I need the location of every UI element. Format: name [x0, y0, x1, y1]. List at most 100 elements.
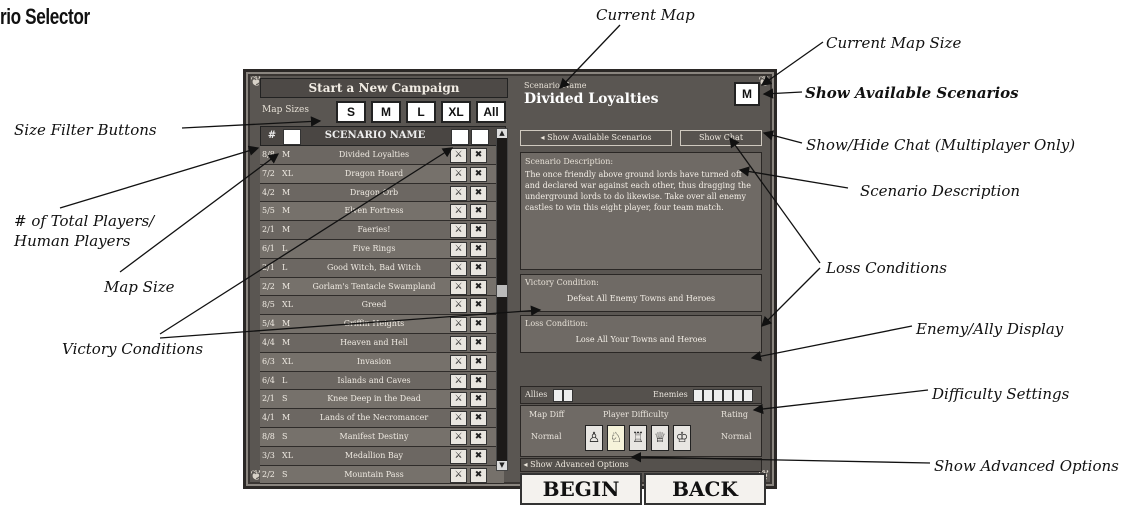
scenario-map-size: XL [282, 300, 294, 310]
scroll-up-icon[interactable]: ▲ [497, 129, 507, 138]
scenario-description-panel: Scenario Description: The once friendly … [520, 152, 762, 270]
scenario-players: 2/2 [262, 469, 275, 479]
size-filter-small-button[interactable]: S [336, 101, 366, 123]
scenario-map-size: M [282, 413, 291, 423]
size-filter-xl-button[interactable]: XL [441, 101, 471, 123]
sort-players-button[interactable]: # [263, 127, 281, 145]
scenario-players: 4/4 [262, 337, 275, 347]
loss-text: Lose All Your Towns and Heroes [575, 335, 707, 344]
callout-current-map: Current Map [596, 6, 695, 24]
enemy-flag-icon [713, 389, 723, 402]
ally-flag-icon [563, 389, 573, 402]
sort-loss-button[interactable] [471, 129, 489, 145]
scenario-name-cell: Knee Deep in the Dead [327, 394, 421, 404]
loss-condition-icon: ✖ [470, 223, 487, 239]
victory-label: Victory Condition: [525, 278, 599, 287]
scenario-row[interactable]: 4/4 M Heaven and Hell ⚔ ✖ [260, 333, 504, 353]
difficulty-king-icon[interactable]: ♔ [673, 425, 691, 451]
scenario-map-size: M [282, 150, 291, 159]
scenario-row[interactable]: 2/1 L Good Witch, Bad Witch ⚔ ✖ [260, 258, 504, 278]
victory-condition-icon: ⚔ [450, 448, 467, 464]
victory-condition-icon: ⚔ [450, 392, 467, 408]
scroll-thumb[interactable] [497, 285, 507, 297]
scenario-players: 4/2 [262, 187, 275, 197]
rating-value: Normal [721, 432, 752, 441]
scenario-name-cell: Five Rings [352, 243, 396, 253]
scenario-players: 7/2 [262, 168, 275, 178]
sort-name-button[interactable]: SCENARIO NAME [305, 127, 445, 145]
scenario-row[interactable]: 5/4 M Griffin Heights ⚔ ✖ [260, 315, 504, 334]
scenario-row[interactable]: 3/3 XL Medallion Bay ⚔ ✖ [260, 446, 504, 466]
loss-condition-icon: ✖ [470, 241, 487, 257]
enemy-flag-icon [723, 389, 733, 402]
scenario-map-size: L [282, 243, 288, 253]
size-filter-medium-button[interactable]: M [371, 101, 401, 123]
loss-condition-icon: ✖ [470, 373, 487, 389]
scenario-players: 2/1 [262, 225, 275, 235]
callout-current-map-size: Current Map Size [826, 34, 962, 52]
map-difficulty-value: Normal [531, 432, 562, 441]
victory-condition-icon: ⚔ [450, 335, 467, 351]
difficulty-knight-icon[interactable]: ♘ [607, 425, 625, 451]
scenario-name: Divided Loyalties [524, 91, 659, 107]
scenario-row[interactable]: 2/2 M Gorlam's Tentacle Swampland ⚔ ✖ [260, 277, 504, 297]
campaign-title: Start a New Campaign [260, 78, 508, 98]
callout-total-players: # of Total Players/ [14, 212, 155, 230]
scenario-row[interactable]: 4/1 M Lands of the Necromancer ⚔ ✖ [260, 409, 504, 428]
scenario-row[interactable]: 2/1 S Knee Deep in the Dead ⚔ ✖ [260, 390, 504, 410]
scenario-map-size: M [282, 187, 291, 197]
scenario-players: 5/5 [262, 206, 275, 216]
sort-size-button[interactable] [283, 129, 301, 145]
victory-condition-icon: ⚔ [450, 185, 467, 201]
scenario-selector-window: ❦ ❦ ❦ ❦ Start a New Campaign Map Sizes S… [243, 69, 777, 505]
scenario-players: 6/1 [262, 243, 275, 253]
back-button[interactable]: BACK [644, 473, 766, 505]
loss-condition-icon: ✖ [470, 392, 487, 408]
victory-condition-icon: ⚔ [450, 429, 467, 445]
size-filter-all-button[interactable]: All [476, 101, 506, 123]
scenario-row[interactable]: 2/2 S Mountain Pass ⚔ ✖ [260, 465, 504, 485]
show-available-scenarios-button[interactable]: ◂ Show Available Scenarios [520, 130, 672, 146]
show-advanced-options-button[interactable]: ◂ Show Advanced Options [520, 458, 762, 472]
scenario-name-cell: Faeries! [357, 225, 391, 235]
loss-condition-icon: ✖ [470, 298, 487, 314]
scenario-map-size: L [282, 375, 288, 385]
scroll-down-icon[interactable]: ▼ [497, 461, 507, 470]
difficulty-pawn-icon[interactable]: ♙ [585, 425, 603, 451]
scenario-name-cell: Invasion [356, 356, 392, 366]
difficulty-queen-icon[interactable]: ♕ [651, 425, 669, 451]
scenario-players: 5/4 [262, 319, 275, 329]
scenario-name-cell: Divided Loyalties [338, 150, 410, 159]
scenario-row[interactable]: 2/1 M Faeries! ⚔ ✖ [260, 221, 504, 240]
scenario-row[interactable]: 8/8 S Manifest Destiny ⚔ ✖ [260, 427, 504, 447]
loss-condition-panel: Loss Condition: Lose All Your Towns and … [520, 315, 762, 353]
rating-label: Rating [721, 410, 749, 419]
scenario-players: 8/8 [262, 150, 275, 159]
difficulty-rook-icon[interactable]: ♖ [629, 425, 647, 451]
loss-condition-icon: ✖ [470, 279, 487, 295]
scenario-row[interactable]: 8/5 XL Greed ⚔ ✖ [260, 296, 504, 316]
scenario-name-cell: Mountain Pass [344, 469, 404, 479]
scenario-row[interactable]: 5/5 M Elven Fortress ⚔ ✖ [260, 202, 504, 222]
victory-condition-icon: ⚔ [450, 260, 467, 276]
sort-victory-button[interactable] [451, 129, 469, 145]
scenario-row[interactable]: 6/3 XL Invasion ⚔ ✖ [260, 352, 504, 372]
scenario-list-scrollbar[interactable]: ▲ ▼ [496, 128, 508, 471]
scenario-players: 6/4 [262, 375, 275, 385]
callout-victory-conditions: Victory Conditions [62, 340, 204, 358]
scenario-players: 3/3 [262, 450, 275, 460]
page-title: rio Selector [0, 4, 90, 29]
scenario-row[interactable]: 6/1 L Five Rings ⚔ ✖ [260, 239, 504, 259]
size-filter-large-button[interactable]: L [406, 101, 436, 123]
scenario-map-size: XL [282, 356, 294, 366]
scenario-row[interactable]: 4/2 M Dragon Orb ⚔ ✖ [260, 183, 504, 203]
scenario-row[interactable]: 6/4 L Islands and Caves ⚔ ✖ [260, 371, 504, 391]
scenario-map-size: M [282, 206, 291, 216]
begin-button[interactable]: BEGIN [520, 473, 642, 505]
callout-loss-conditions: Loss Conditions [826, 259, 947, 277]
show-chat-button[interactable]: Show Chat [680, 130, 762, 146]
victory-text: Defeat All Enemy Towns and Heroes [566, 294, 716, 303]
scenario-row[interactable]: 7/2 XL Dragon Hoard ⚔ ✖ [260, 164, 504, 184]
scenario-players: 4/1 [262, 413, 275, 423]
scenario-row[interactable]: 8/8 M Divided Loyalties ⚔ ✖ [260, 146, 504, 165]
